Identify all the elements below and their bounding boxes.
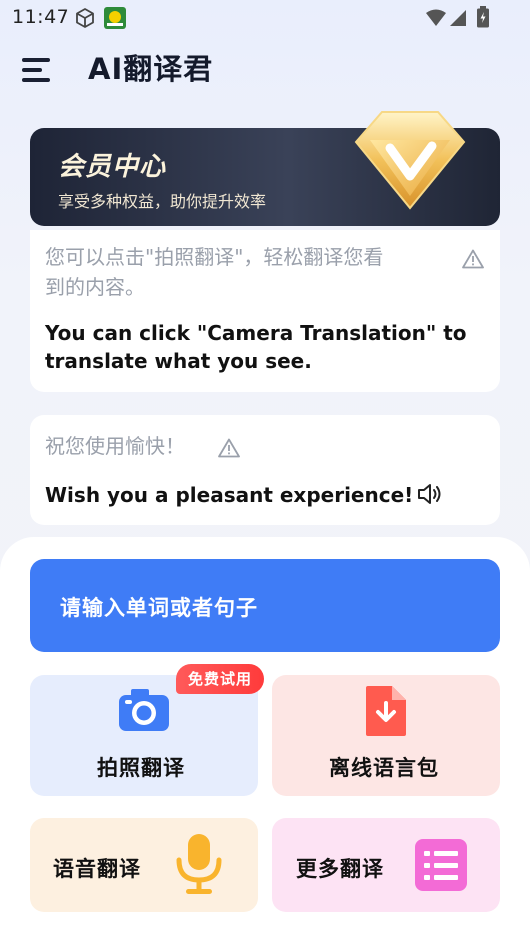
message-chinese: 祝您使用愉快！ [45, 434, 185, 458]
status-time: 11:47 [12, 6, 70, 28]
vip-diamond-icon [354, 111, 466, 210]
offline-language-pack-tile[interactable]: 离线语言包 [272, 675, 500, 796]
message-english-line-2: translate what you see. [45, 349, 312, 373]
list-icon [415, 839, 467, 891]
message-chinese: 您可以点击"拍照翻译"，轻松翻译您看 到的内容。 [45, 242, 465, 302]
camera-translation-label: 拍照翻译 [97, 756, 185, 780]
message-english: You can click "Camera Translation" to tr… [45, 319, 485, 375]
offline-language-pack-label: 离线语言包 [329, 756, 439, 780]
menu-icon[interactable] [22, 58, 52, 82]
wifi-icon [426, 9, 446, 26]
warning-icon[interactable] [218, 438, 240, 458]
vip-subtitle: 享受多种权益，助你提升效率 [58, 192, 267, 211]
voice-translation-label: 语音翻译 [53, 857, 141, 881]
app-notification-icon [104, 7, 126, 29]
warning-icon[interactable] [462, 249, 484, 269]
speaker-icon[interactable] [416, 482, 442, 506]
cube-icon [76, 8, 94, 28]
message-chinese-line-1: 您可以点击"拍照翻译"，轻松翻译您看 [45, 245, 384, 269]
message-chinese-line-2: 到的内容。 [45, 275, 145, 299]
input-placeholder: 请输入单词或者句子 [60, 596, 258, 620]
text-input-bar[interactable]: 请输入单词或者句子 [30, 559, 500, 652]
camera-icon [119, 689, 169, 731]
status-bar: 11:47 [0, 0, 530, 36]
message-card-greeting: 祝您使用愉快！ Wish you a pleasant experience! [30, 415, 500, 525]
microphone-icon [176, 834, 222, 894]
download-file-icon [366, 686, 406, 736]
message-card-camera-tip: 您可以点击"拍照翻译"，轻松翻译您看 到的内容。 You can click "… [30, 230, 500, 392]
vip-banner[interactable]: 会员中心 享受多种权益，助你提升效率 [30, 111, 500, 226]
app-title: AI翻译君 [88, 52, 214, 86]
signal-icon [450, 10, 466, 26]
more-translation-label: 更多翻译 [296, 857, 384, 881]
voice-translation-tile[interactable]: 语音翻译 [30, 818, 258, 912]
battery-icon [477, 6, 489, 28]
vip-title: 会员中心 [58, 152, 167, 182]
message-english: Wish you a pleasant experience! [45, 483, 414, 507]
free-trial-badge: 免费试用 [176, 664, 264, 694]
more-translation-tile[interactable]: 更多翻译 [272, 818, 500, 912]
message-english-line-1: You can click "Camera Translation" to [45, 321, 467, 345]
